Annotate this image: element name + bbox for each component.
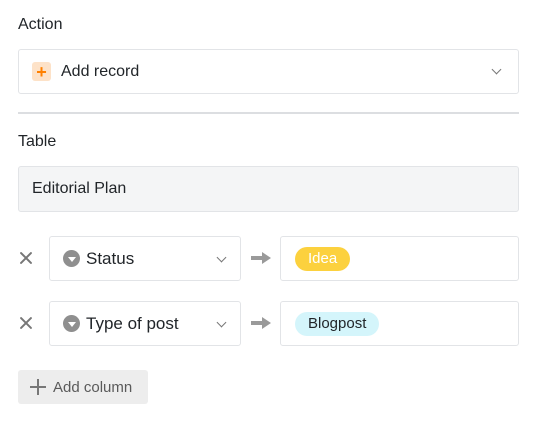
add-column-label: Add column — [53, 378, 133, 396]
table-label: Table — [18, 133, 57, 150]
plus-icon: + — [32, 62, 51, 81]
remove-row-icon[interactable] — [18, 315, 34, 331]
value-field-status[interactable]: Idea — [280, 236, 519, 281]
column-select-status[interactable]: Status — [49, 236, 241, 281]
column-name: Status — [86, 248, 135, 268]
action-select[interactable]: + Add record — [18, 49, 519, 94]
column-name: Type of post — [86, 313, 179, 333]
chevron-down-icon — [491, 64, 502, 75]
table-field[interactable]: Editorial Plan — [18, 166, 519, 212]
single-select-icon — [63, 250, 80, 267]
plus-icon — [30, 379, 46, 395]
single-select-icon — [63, 315, 80, 332]
action-selected-value: Add record — [61, 62, 140, 80]
table-value: Editorial Plan — [32, 180, 127, 197]
column-select-type-of-post[interactable]: Type of post — [49, 301, 241, 346]
option-badge: Blogpost — [295, 311, 380, 336]
arrow-right-icon — [251, 317, 271, 329]
arrow-right-icon — [251, 252, 271, 264]
add-column-button[interactable]: Add column — [18, 370, 148, 404]
divider — [18, 112, 519, 114]
action-label: Action — [18, 16, 63, 33]
option-badge: Idea — [295, 246, 351, 271]
chevron-down-icon — [216, 317, 227, 328]
chevron-down-icon — [216, 252, 227, 263]
remove-row-icon[interactable] — [18, 250, 34, 266]
value-field-type-of-post[interactable]: Blogpost — [280, 301, 519, 346]
